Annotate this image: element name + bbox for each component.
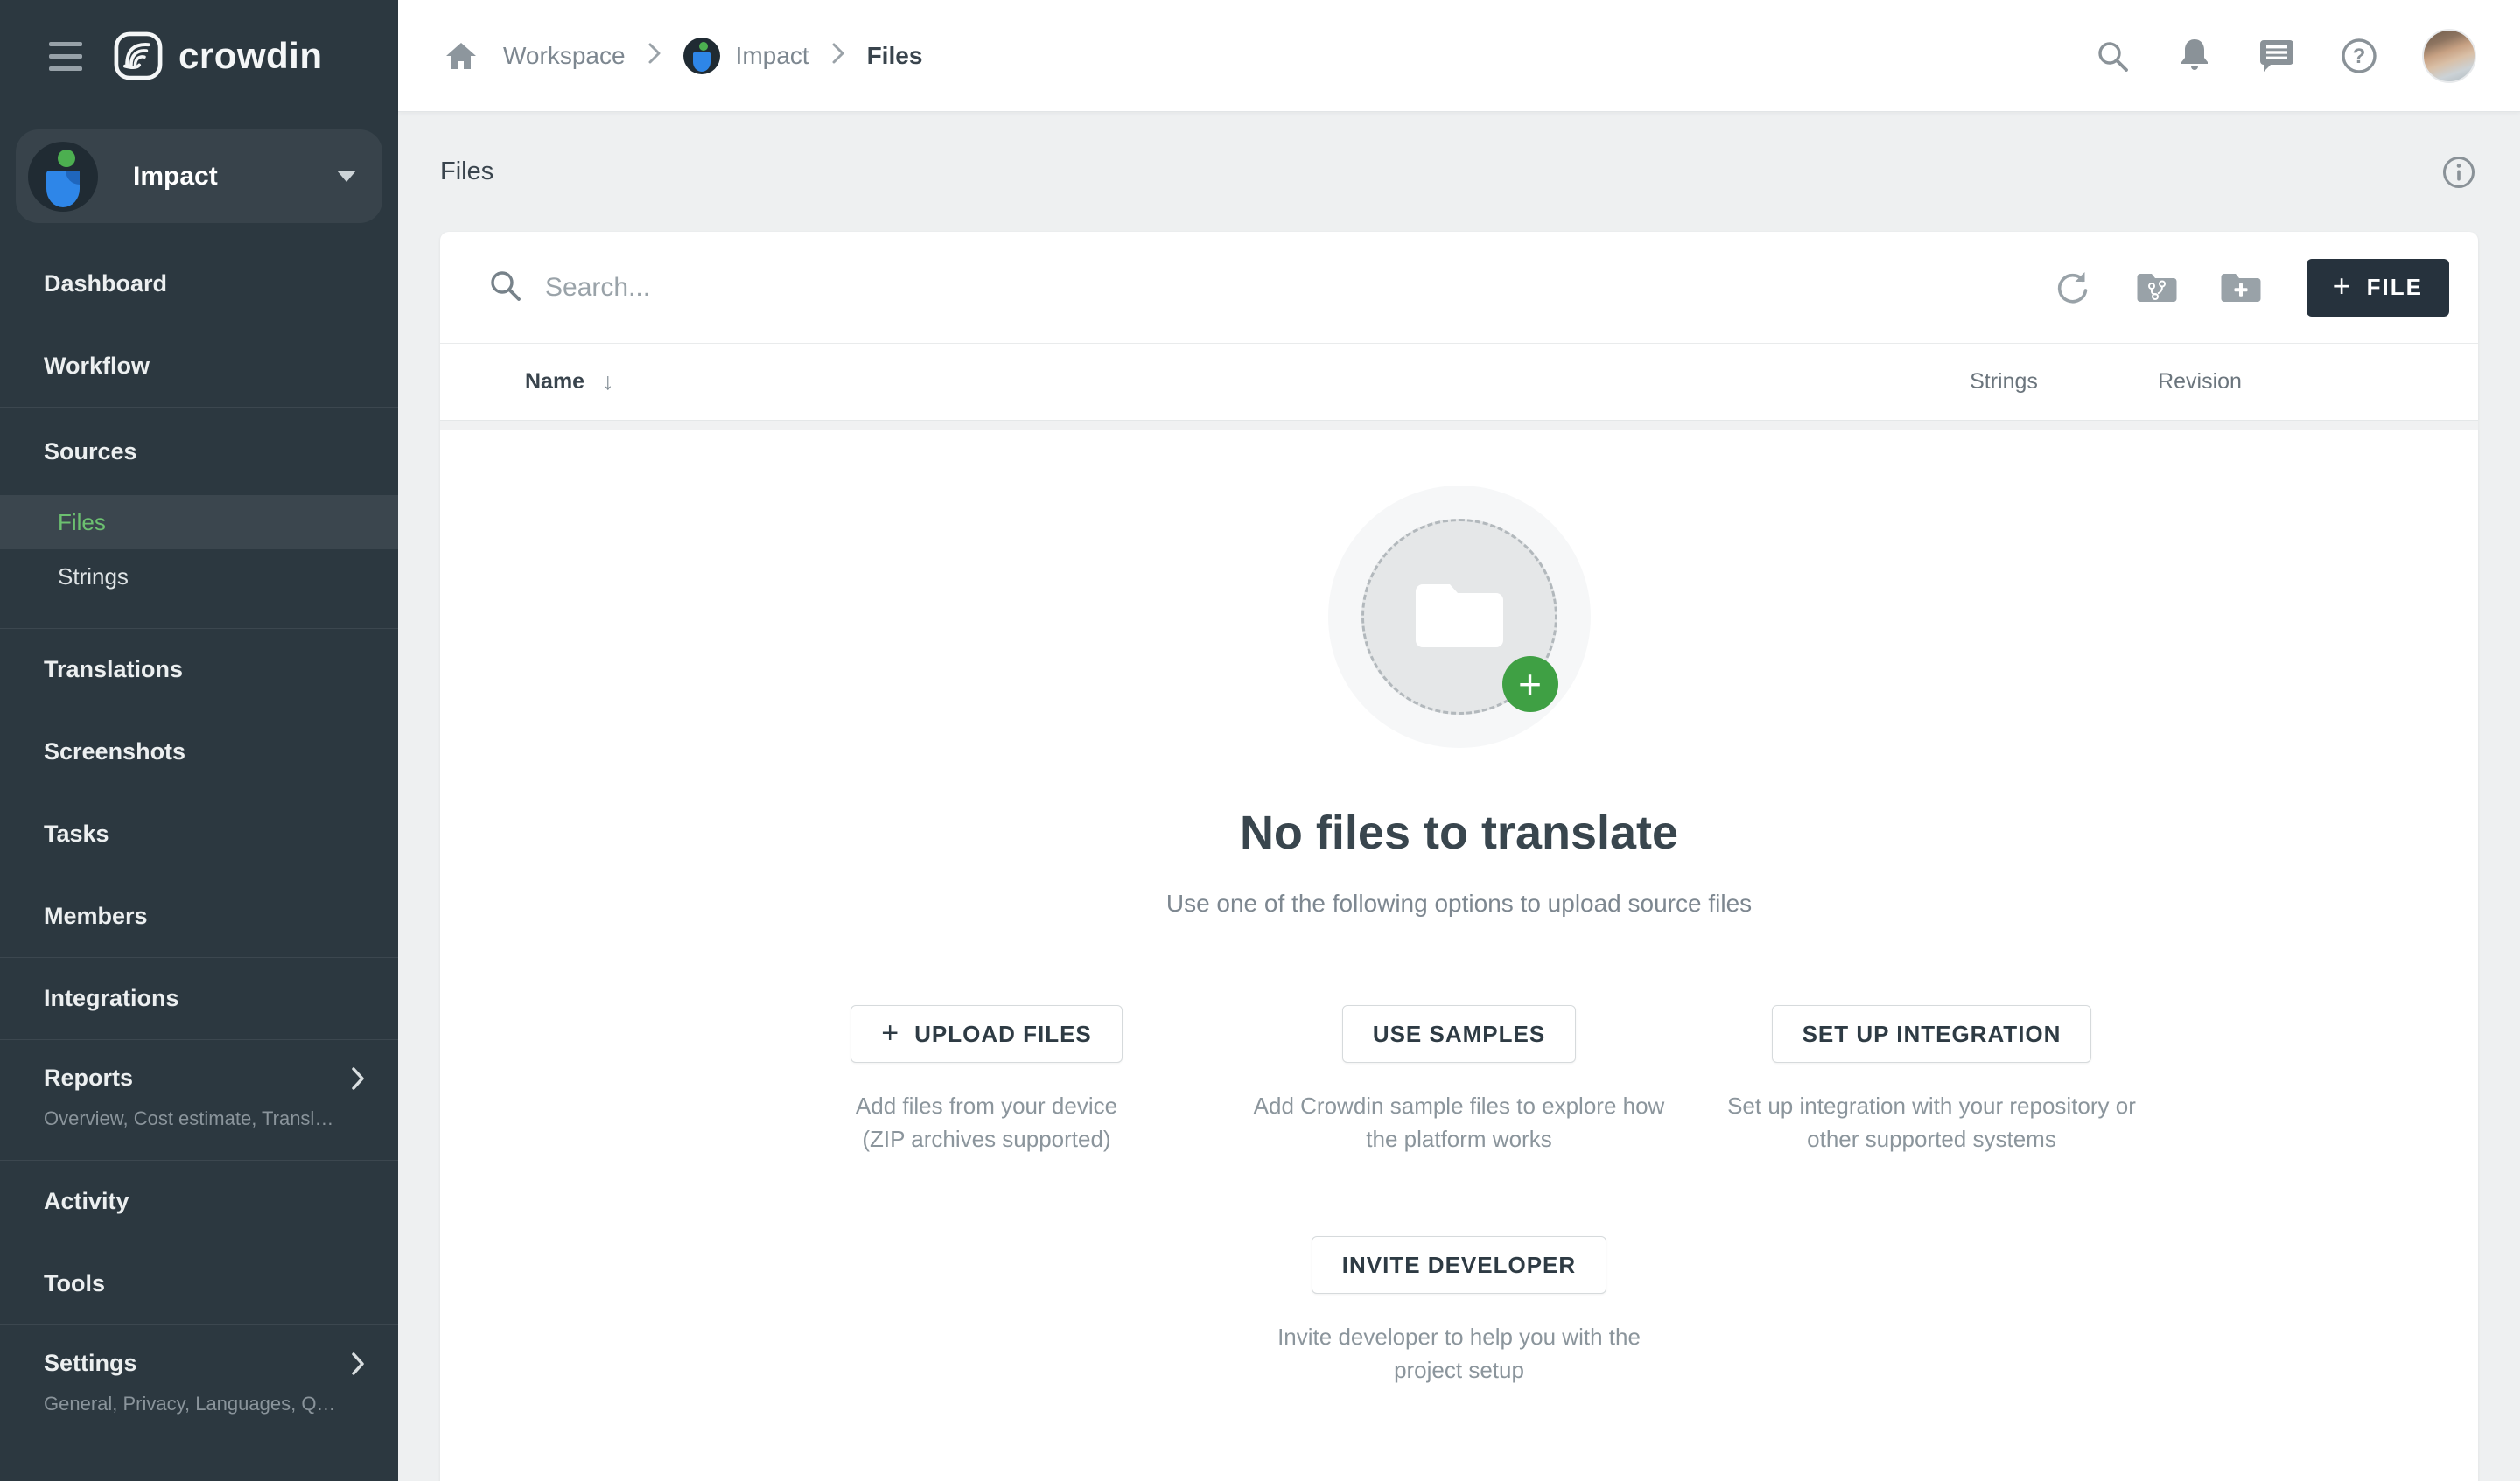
files-panel: + FILE Name ↓ Strings Revision bbox=[440, 232, 2478, 1481]
sidebar-item-integrations[interactable]: Integrations bbox=[0, 957, 398, 1039]
notifications-bell-icon[interactable] bbox=[2175, 37, 2214, 75]
chevron-right-icon bbox=[351, 1352, 365, 1376]
search-icon bbox=[487, 268, 522, 307]
dashed-circle: + bbox=[1362, 519, 1558, 715]
breadcrumb-workspace[interactable]: Workspace bbox=[503, 42, 626, 70]
messages-chat-icon[interactable] bbox=[2258, 37, 2296, 75]
folder-icon bbox=[1410, 574, 1508, 660]
add-file-button[interactable]: + FILE bbox=[2306, 259, 2449, 317]
info-icon[interactable] bbox=[2440, 153, 2478, 192]
set-up-integration-option: SET UP INTEGRATION Set up integration wi… bbox=[1696, 1005, 2168, 1156]
project-avatar-small bbox=[683, 38, 720, 74]
empty-state-subtitle: Use one of the following options to uplo… bbox=[1166, 890, 1752, 918]
project-name: Impact bbox=[133, 162, 337, 192]
empty-state-title: No files to translate bbox=[1240, 806, 1678, 860]
upload-options: + UPLOAD FILES Add files from your devic… bbox=[751, 1005, 2168, 1156]
sidebar-item-tasks[interactable]: Tasks bbox=[0, 793, 398, 875]
search-input[interactable] bbox=[545, 273, 1245, 303]
chevron-right-icon bbox=[832, 42, 844, 70]
sidebar-item-files[interactable]: Files bbox=[0, 495, 398, 549]
breadcrumb-current: Files bbox=[867, 42, 923, 70]
breadcrumb-project[interactable]: Impact bbox=[683, 38, 809, 74]
help-icon[interactable]: ? bbox=[2340, 37, 2378, 75]
sort-descending-icon: ↓ bbox=[602, 368, 614, 395]
refresh-icon[interactable] bbox=[2031, 246, 2115, 330]
sidebar-item-translations[interactable]: Translations bbox=[0, 628, 398, 710]
sidebar-item-settings[interactable]: Settings General, Privacy, Languages, Q… bbox=[0, 1324, 398, 1445]
hamburger-menu-icon[interactable] bbox=[49, 42, 82, 71]
crowdin-logo-icon bbox=[114, 31, 163, 80]
topbar-icons: ? bbox=[2093, 29, 2476, 83]
user-avatar[interactable] bbox=[2422, 29, 2476, 83]
search-icon[interactable] bbox=[2093, 37, 2132, 75]
sidebar: crowdin Impact Dashboard Workflow Source… bbox=[0, 0, 398, 1481]
invite-developer-option: INVITE DEVELOPER Invite developer to hel… bbox=[1223, 1236, 1696, 1387]
project-selector[interactable]: Impact bbox=[16, 129, 382, 223]
topbar: Workspace Impact Files bbox=[398, 0, 2520, 112]
column-header-name[interactable]: Name ↓ bbox=[525, 368, 614, 395]
files-table-header: Name ↓ Strings Revision bbox=[440, 344, 2478, 421]
page-content: Files bbox=[398, 112, 2520, 1481]
empty-state-illustration: + bbox=[1328, 486, 1591, 748]
crowdin-app-window: crowdin Impact Dashboard Workflow Source… bbox=[0, 0, 2520, 1481]
plus-icon: + bbox=[881, 1018, 899, 1048]
sidebar-item-members[interactable]: Members bbox=[0, 875, 398, 957]
empty-state: + No files to translate Use one of the f… bbox=[440, 430, 2478, 1387]
sidebar-item-activity[interactable]: Activity bbox=[0, 1160, 398, 1242]
main-area: Workspace Impact Files bbox=[398, 0, 2520, 1481]
sidebar-item-workflow[interactable]: Workflow bbox=[0, 325, 398, 407]
use-samples-button[interactable]: USE SAMPLES bbox=[1342, 1005, 1576, 1063]
chevron-right-icon bbox=[648, 42, 661, 70]
search-box bbox=[487, 268, 1245, 307]
sidebar-item-tools[interactable]: Tools bbox=[0, 1242, 398, 1324]
toolbar-actions: + FILE bbox=[2031, 246, 2449, 330]
sidebar-item-reports-subtitle: Overview, Cost estimate, Transl… bbox=[44, 1107, 365, 1130]
upload-files-option: + UPLOAD FILES Add files from your devic… bbox=[751, 1005, 1223, 1156]
svg-text:?: ? bbox=[2353, 45, 2366, 68]
upload-files-button[interactable]: + UPLOAD FILES bbox=[850, 1005, 1123, 1063]
set-up-integration-description: Set up integration with your repository … bbox=[1704, 1089, 2160, 1156]
upload-files-description: Add files from your device (ZIP archives… bbox=[838, 1089, 1136, 1156]
sidebar-group-sources: Sources Files Strings bbox=[0, 407, 398, 628]
sidebar-item-settings-subtitle: General, Privacy, Languages, Q… bbox=[44, 1393, 365, 1415]
sidebar-logo-row: crowdin bbox=[0, 0, 398, 112]
sidebar-item-screenshots[interactable]: Screenshots bbox=[0, 710, 398, 793]
page-header: Files bbox=[440, 112, 2478, 232]
plus-icon: + bbox=[2333, 270, 2351, 302]
caret-down-icon bbox=[337, 171, 356, 182]
crowdin-logo[interactable]: crowdin bbox=[114, 31, 323, 80]
column-header-revision: Revision bbox=[2143, 369, 2257, 395]
column-header-strings: Strings bbox=[1956, 369, 2052, 395]
invite-developer-description: Invite developer to help you with the pr… bbox=[1267, 1320, 1652, 1387]
sidebar-item-strings[interactable]: Strings bbox=[0, 549, 398, 604]
sidebar-item-sources[interactable]: Sources bbox=[0, 408, 398, 495]
add-files-badge[interactable]: + bbox=[1502, 656, 1558, 712]
sidebar-item-reports[interactable]: Reports Overview, Cost estimate, Transl… bbox=[0, 1039, 398, 1160]
sidebar-item-dashboard[interactable]: Dashboard bbox=[0, 242, 398, 325]
home-icon[interactable] bbox=[442, 37, 480, 75]
use-samples-description: Add Crowdin sample files to explore how … bbox=[1241, 1089, 1678, 1156]
set-up-integration-button[interactable]: SET UP INTEGRATION bbox=[1772, 1005, 2092, 1063]
folder-plus-icon[interactable] bbox=[2199, 246, 2283, 330]
breadcrumb: Workspace Impact Files bbox=[442, 37, 922, 75]
sidebar-nav: Dashboard Workflow Sources Files Strings… bbox=[0, 242, 398, 1481]
use-samples-option: USE SAMPLES Add Crowdin sample files to … bbox=[1223, 1005, 1696, 1156]
folder-branch-icon[interactable] bbox=[2115, 246, 2199, 330]
table-separator bbox=[440, 421, 2478, 430]
chevron-right-icon bbox=[351, 1066, 365, 1091]
files-toolbar: + FILE bbox=[440, 232, 2478, 344]
invite-developer-button[interactable]: INVITE DEVELOPER bbox=[1312, 1236, 1606, 1294]
project-avatar bbox=[28, 142, 98, 212]
page-title: Files bbox=[440, 157, 494, 186]
crowdin-logo-text: crowdin bbox=[178, 35, 323, 77]
